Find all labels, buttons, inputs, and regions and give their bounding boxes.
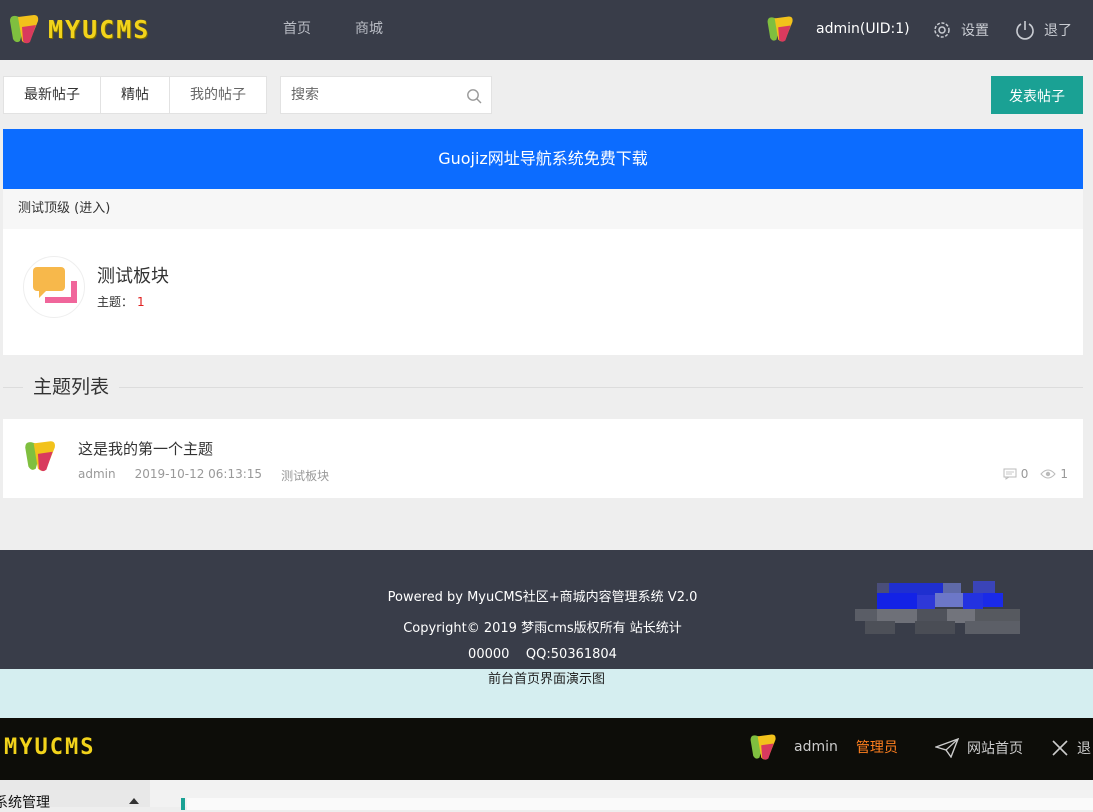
logout-label: 退了	[1044, 23, 1072, 39]
new-post-button[interactable]: 发表帖子	[991, 76, 1083, 114]
nav-shop[interactable]: 商城	[355, 0, 383, 60]
comment-stat: 0	[1003, 467, 1029, 481]
admin-home-link[interactable]: 网站首页	[935, 738, 1023, 758]
site-logo[interactable]: MYUCMS	[6, 9, 150, 49]
tab-featured[interactable]: 精帖	[101, 77, 170, 113]
comment-icon	[1003, 468, 1017, 480]
post-filter-tabs: 最新帖子 精帖 我的帖子	[3, 76, 267, 114]
screenshot-caption: 前台首页界面演示图	[0, 669, 1093, 718]
admin-role-badge: 管理员	[855, 740, 898, 756]
admin-content-panel	[187, 798, 1093, 810]
topic-stats: 0 1	[991, 467, 1068, 481]
admin-logo-text[interactable]: MYUCMS	[4, 735, 95, 760]
category-header[interactable]: 测试顶级 (进入)	[3, 189, 1083, 229]
topic-list-title: 主题列表	[23, 372, 120, 402]
topic-row[interactable]: 这是我的第一个主题 admin 2019-10-12 06:13:15 测试板块…	[3, 419, 1083, 498]
user-menu[interactable]: admin(UID:1)	[764, 11, 910, 47]
board-card: 测试板块 主题： 1	[3, 229, 1083, 355]
tab-latest[interactable]: 最新帖子	[4, 77, 101, 113]
author-avatar-icon[interactable]	[21, 436, 59, 476]
topic-list-heading: 主题列表	[3, 372, 1083, 402]
footer-contact: 00000 QQ:50361804	[468, 647, 617, 662]
pixelated-badge	[855, 581, 1020, 634]
admin-header	[0, 718, 1093, 780]
user-name: admin(UID:1)	[816, 21, 910, 37]
board-topic-count: 1	[137, 295, 145, 309]
gear-icon	[934, 22, 950, 38]
heading-divider	[3, 387, 1083, 388]
caret-up-icon[interactable]	[129, 798, 139, 804]
logo-text: MYUCMS	[48, 14, 151, 44]
logout-link[interactable]: 退了	[1014, 19, 1072, 41]
admin-home-label: 网站首页	[967, 741, 1023, 757]
paper-plane-icon	[935, 738, 959, 758]
topic-title[interactable]: 这是我的第一个主题	[78, 438, 213, 459]
topic-time: 2019-10-12 06:13:15	[134, 467, 263, 481]
comment-count: 0	[1020, 467, 1029, 481]
admin-side-title[interactable]: 系统管理	[0, 792, 50, 812]
chat-bubbles-icon	[33, 267, 77, 303]
logo-mark-icon	[10, 15, 39, 44]
user-avatar-icon	[767, 16, 793, 42]
admin-sidebar: 系统管理	[0, 780, 150, 811]
admin-user-name: admin	[794, 739, 838, 755]
settings-link[interactable]: 设置	[931, 19, 989, 41]
board-icon-wrap[interactable]	[23, 256, 85, 318]
search-icon[interactable]	[466, 88, 482, 104]
eye-icon	[1040, 469, 1057, 479]
search-box	[280, 76, 492, 114]
admin-exit-label: 退	[1077, 741, 1091, 757]
admin-exit-link[interactable]: 退	[1051, 738, 1091, 758]
power-icon	[1016, 21, 1034, 40]
topic-board[interactable]: 测试板块	[281, 467, 329, 484]
settings-label: 设置	[961, 23, 989, 39]
board-name[interactable]: 测试板块	[97, 262, 169, 288]
close-icon	[1052, 740, 1068, 756]
board-topic-label: 主题：	[97, 295, 134, 309]
admin-user-menu[interactable]: admin 管理员	[747, 729, 898, 765]
search-input[interactable]	[281, 77, 451, 113]
topic-author[interactable]: admin	[78, 467, 116, 484]
admin-content-accent	[181, 798, 185, 810]
nav-home[interactable]: 首页	[283, 0, 311, 60]
board-topic-stat: 主题： 1	[97, 293, 145, 310]
view-stat: 1	[1040, 467, 1068, 481]
topic-meta: admin 2019-10-12 06:13:15 测试板块	[78, 467, 348, 484]
top-header: MYUCMS 首页 商城 admin(UID:1) 设置 退了	[0, 0, 1093, 60]
admin-avatar-icon	[750, 734, 776, 760]
admin-content	[150, 780, 1093, 810]
promo-banner[interactable]: Guojiz网址导航系统免费下载	[3, 129, 1083, 189]
tab-my-posts[interactable]: 我的帖子	[170, 77, 266, 113]
view-count: 1	[1060, 467, 1068, 481]
